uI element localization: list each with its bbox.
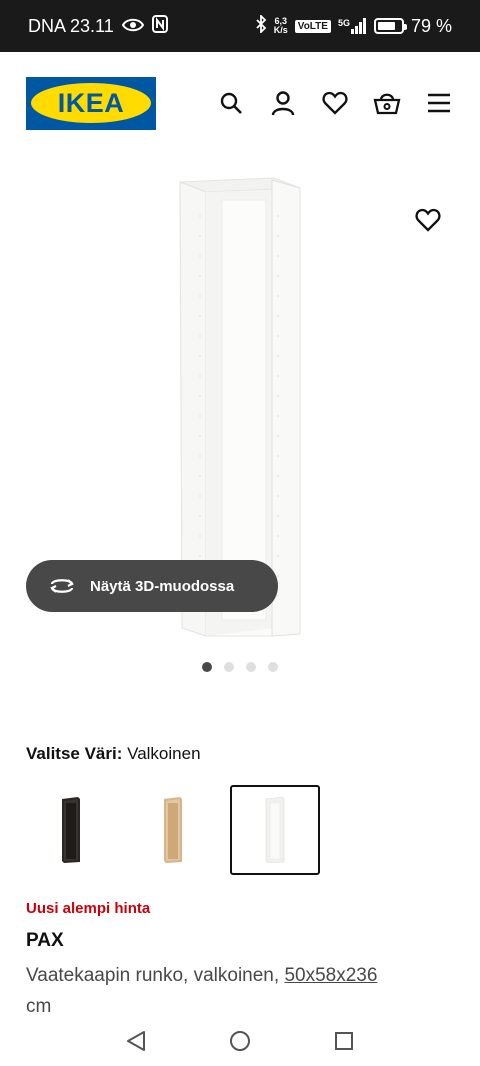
- product-measurement-link[interactable]: 50x58x236: [284, 965, 377, 986]
- gallery-pagination: [0, 662, 480, 672]
- swatch-image-white: [265, 797, 285, 863]
- logo-oval: IKEA: [31, 83, 151, 123]
- back-icon[interactable]: [124, 1029, 148, 1053]
- product-measurement-unit: cm: [26, 996, 52, 1017]
- nfc-icon: [151, 14, 168, 38]
- heart-outline-icon: [415, 208, 441, 232]
- favorite-button[interactable]: [410, 202, 446, 238]
- network-type: 5G: [337, 18, 350, 28]
- battery-percent: 79 %: [410, 15, 452, 36]
- net-speed-unit: K/s: [273, 25, 288, 35]
- gallery-dot[interactable]: [224, 662, 234, 672]
- swatch-white[interactable]: [230, 785, 320, 875]
- color-select-label: Valitse Väri: Valkoinen: [26, 744, 201, 764]
- carrier-time: DNA 23.11: [28, 15, 114, 36]
- color-swatches: [26, 785, 320, 875]
- status-bar: DNA 23.11 6,3 K/s VoLTE 5G 79 %: [0, 0, 480, 52]
- ikea-logo[interactable]: IKEA: [26, 76, 156, 130]
- gallery-dot[interactable]: [246, 662, 256, 672]
- account-icon[interactable]: [268, 88, 298, 118]
- view-3d-button[interactable]: Näytä 3D-muodossa: [26, 560, 278, 612]
- color-label-title: Valitse Väri:: [26, 744, 123, 763]
- rotate-3d-icon: [48, 576, 76, 596]
- recents-icon[interactable]: [332, 1029, 356, 1053]
- bluetooth-icon: [255, 13, 267, 38]
- swatch-image-black-brown: [62, 797, 80, 863]
- swatch-black-brown[interactable]: [26, 785, 116, 875]
- signal-icon: 5G: [338, 18, 367, 34]
- product-gallery[interactable]: Näytä 3D-muodossa: [0, 154, 480, 684]
- swatch-image-oak: [164, 797, 182, 863]
- eye-icon: [121, 16, 144, 37]
- site-header: IKEA: [0, 52, 480, 154]
- product-name: PAX: [26, 930, 64, 951]
- header-actions: [216, 88, 454, 118]
- battery-icon: [373, 18, 407, 34]
- product-description: Vaatekaapin runko, valkoinen, 50x58x236 …: [26, 960, 456, 1022]
- menu-icon[interactable]: [424, 88, 454, 118]
- color-label-value: Valkoinen: [127, 744, 201, 763]
- logo-text: IKEA: [57, 87, 125, 118]
- volte-badge: VoLTE: [294, 19, 331, 33]
- home-icon[interactable]: [228, 1029, 252, 1053]
- gallery-dot[interactable]: [268, 662, 278, 672]
- net-speed: 6,3 K/s: [274, 17, 288, 35]
- basket-icon[interactable]: [372, 88, 402, 118]
- battery-fill: [377, 22, 396, 30]
- product-description-text: Vaatekaapin runko, valkoinen,: [26, 965, 280, 986]
- search-icon[interactable]: [216, 88, 246, 118]
- swatch-oak[interactable]: [128, 785, 218, 875]
- promo-label: Uusi alempi hinta: [26, 900, 151, 917]
- heart-icon[interactable]: [320, 88, 350, 118]
- view-3d-label: Näytä 3D-muodossa: [90, 577, 235, 595]
- system-nav-bar: [0, 1016, 480, 1066]
- gallery-dot[interactable]: [202, 662, 212, 672]
